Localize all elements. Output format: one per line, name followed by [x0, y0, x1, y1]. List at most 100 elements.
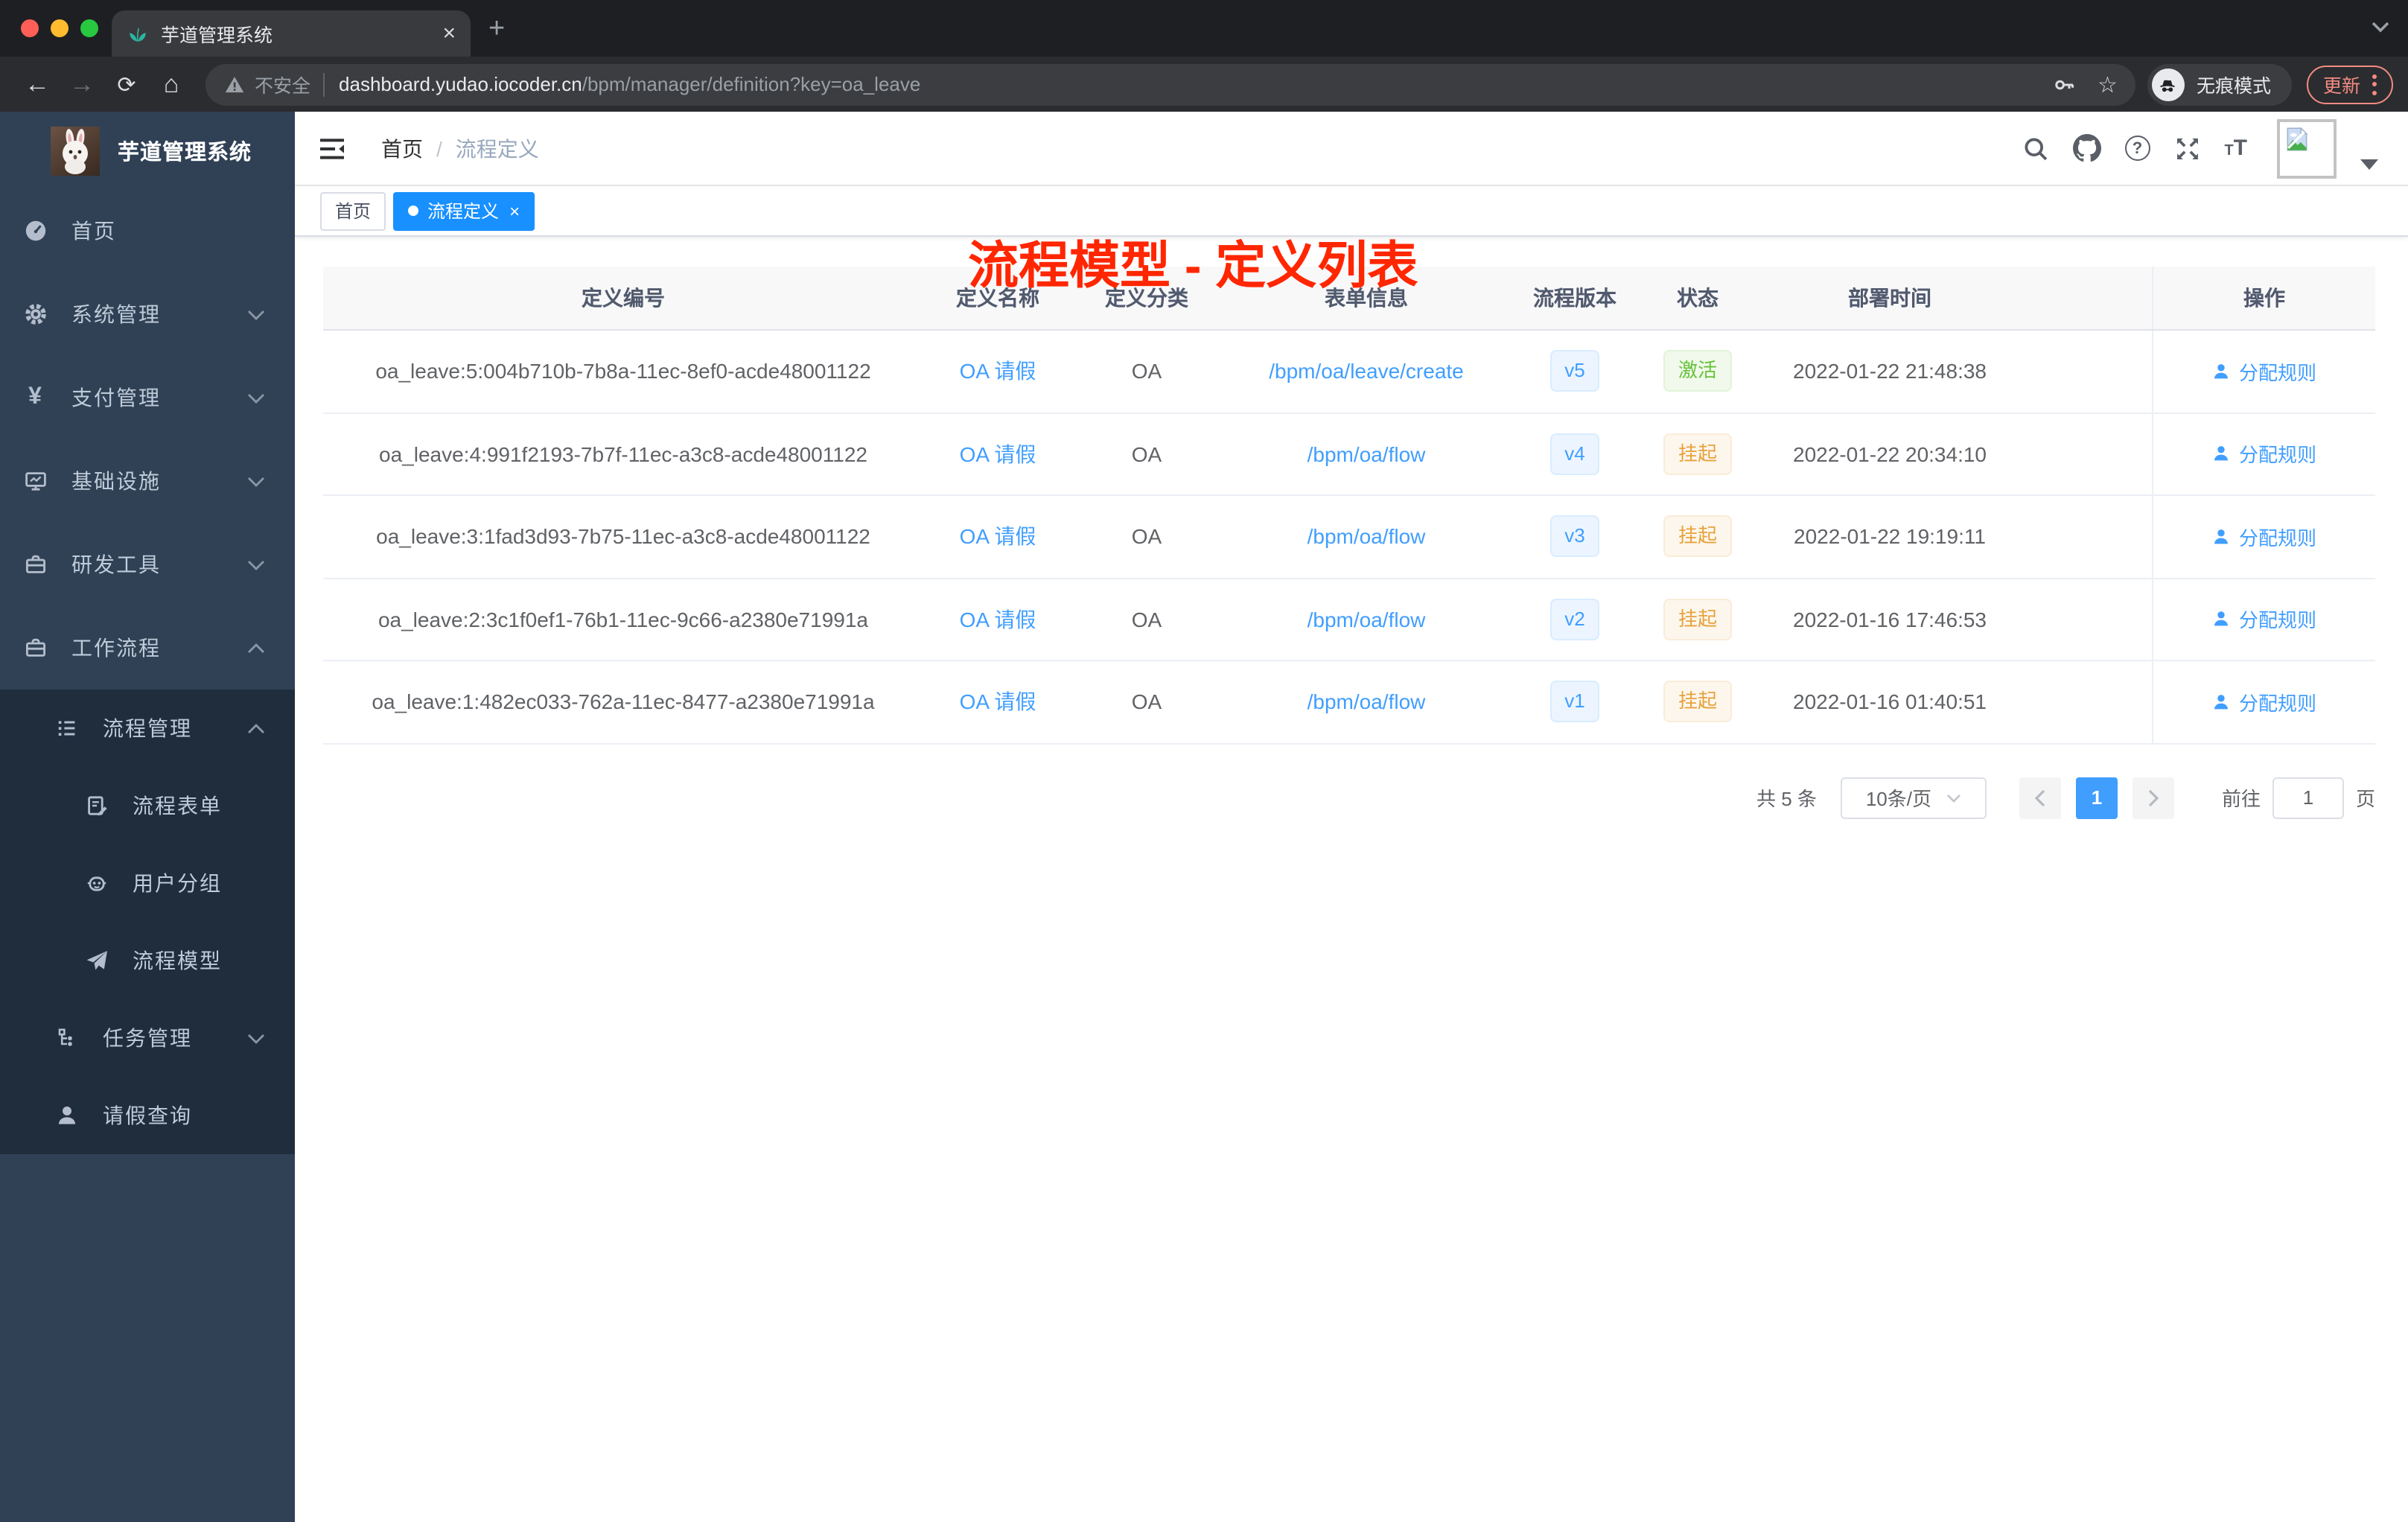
sidebar-item-user-group[interactable]: 用户分组 [0, 844, 295, 922]
assign-rule-button[interactable]: 分配规则 [2212, 523, 2316, 551]
chevron-down-icon [247, 392, 265, 403]
definition-name-link[interactable]: OA 请假 [923, 522, 1072, 552]
chevron-up-icon [247, 723, 265, 733]
breadcrumb-separator: / [436, 136, 442, 160]
github-icon[interactable] [2072, 134, 2101, 162]
tab-search-chevron-icon[interactable] [2371, 21, 2390, 33]
user-icon [2214, 446, 2229, 461]
tag-process-definition[interactable]: 流程定义 × [393, 191, 535, 230]
table-row: oa_leave:1:482ec033-762a-11ec-8477-a2380… [323, 661, 2375, 744]
window-controls[interactable] [21, 19, 98, 37]
tag-close-icon[interactable]: × [509, 202, 520, 220]
chrome-update-button[interactable]: 更新 [2306, 65, 2393, 104]
reload-button[interactable]: ⟳ [104, 71, 149, 98]
sidebar-item-dev-tools[interactable]: 研发工具 [0, 523, 295, 606]
url-host: dashboard.yudao.iocoder.cn [339, 73, 582, 95]
back-button[interactable]: ← [15, 69, 60, 99]
omnibox-divider [322, 72, 325, 96]
browser-menu-kebab-icon[interactable] [2372, 74, 2377, 95]
breadcrumb: 首页 / 流程定义 [381, 133, 539, 163]
sidebar-item-leave-query[interactable]: 请假查询 [0, 1077, 295, 1154]
sidebar-item-system[interactable]: 系统管理 [0, 273, 295, 356]
active-tag-dot [408, 206, 419, 216]
font-size-icon[interactable]: TT [2224, 137, 2247, 159]
security-label[interactable]: 不安全 [255, 70, 310, 98]
form-link[interactable]: /bpm/oa/flow [1221, 442, 1512, 466]
goto-page-input[interactable] [2272, 777, 2344, 818]
tag-label: 首页 [335, 201, 372, 222]
page-number-button[interactable]: 1 [2075, 777, 2118, 818]
breadcrumb-home[interactable]: 首页 [381, 133, 423, 163]
broken-image-icon [2287, 126, 2308, 150]
definition-name-link[interactable]: OA 请假 [923, 687, 1072, 717]
tab-close-icon[interactable]: × [442, 22, 456, 45]
tag-label: 流程定义 [427, 201, 500, 222]
close-window-button[interactable] [21, 19, 39, 37]
sidebar-item-workflow[interactable]: 工作流程 [0, 606, 295, 690]
deploy-time: 2022-01-16 01:40:51 [1793, 690, 1987, 714]
avatar-caret-down-icon[interactable] [2360, 159, 2378, 170]
home-button[interactable]: ⌂ [149, 69, 194, 99]
browser-toolbar: ← → ⟳ ⌂ 不安全 dashboard.yudao.iocoder.cn/b… [0, 57, 2408, 112]
assign-rule-button[interactable]: 分配规则 [2212, 357, 2316, 386]
sidebar-item-infrastructure[interactable]: 基础设施 [0, 439, 295, 523]
paper-plane-icon [85, 949, 109, 972]
assign-rule-button[interactable]: 分配规则 [2212, 605, 2316, 634]
sidebar-collapse-icon[interactable] [319, 136, 345, 160]
sidebar-item-label: 基础设施 [71, 469, 161, 493]
bookmark-star-icon[interactable]: ☆ [2098, 71, 2118, 98]
url-bar[interactable]: 不安全 dashboard.yudao.iocoder.cn/bpm/manag… [206, 63, 2135, 105]
deploy-time: 2022-01-22 21:48:38 [1793, 359, 1987, 383]
sidebar-item-process-model[interactable]: 流程模型 [0, 922, 295, 999]
minimize-window-button[interactable] [51, 19, 69, 37]
definition-name-link[interactable]: OA 请假 [923, 605, 1072, 634]
sidebar-item-payment[interactable]: ¥ 支付管理 [0, 356, 295, 439]
url-path: /bpm/manager/definition?key=oa_leave [582, 73, 921, 95]
dashboard-icon [24, 219, 48, 243]
assign-rule-button[interactable]: 分配规则 [2212, 688, 2316, 716]
definition-name-link[interactable]: OA 请假 [923, 357, 1072, 386]
page-size-select[interactable]: 10条/页 [1840, 777, 1987, 818]
sidebar-item-task-management[interactable]: 任务管理 [0, 999, 295, 1077]
favicon-seedling-icon [130, 28, 146, 42]
sidebar-item-label: 支付管理 [71, 386, 161, 410]
definition-id: oa_leave:4:991f2193-7b7f-11ec-a3c8-acde4… [379, 442, 867, 466]
form-link[interactable]: /bpm/oa/leave/create [1221, 360, 1512, 383]
sidebar-item-label: 系统管理 [71, 302, 161, 326]
status-badge: 激活 [1663, 350, 1732, 392]
definition-id: oa_leave:5:004b710b-7b8a-11ec-8ef0-acde4… [375, 359, 871, 383]
page-unit-label: 页 [2355, 788, 2375, 810]
monitor-icon [24, 469, 48, 493]
form-link[interactable]: /bpm/oa/flow [1221, 690, 1512, 714]
chevron-down-icon [247, 559, 265, 570]
fullscreen-icon[interactable] [2173, 135, 2200, 162]
browser-tabstrip: 芋道管理系统 × + [0, 0, 2408, 57]
user-icon [2214, 694, 2229, 709]
table-row: oa_leave:3:1fad3d93-7b75-11ec-a3c8-acde4… [323, 496, 2375, 579]
help-icon[interactable]: ? [2124, 136, 2150, 161]
next-page-button[interactable] [2132, 777, 2174, 818]
form-link[interactable]: /bpm/oa/flow [1221, 525, 1512, 549]
chevron-down-icon [247, 476, 265, 486]
update-label[interactable]: 更新 [2323, 70, 2360, 98]
deploy-time: 2022-01-22 20:34:10 [1793, 442, 1987, 466]
url-text[interactable]: dashboard.yudao.iocoder.cn/bpm/manager/d… [339, 73, 2036, 95]
zoom-window-button[interactable] [80, 19, 98, 37]
password-key-icon[interactable] [2051, 72, 2077, 96]
forward-button[interactable]: → [60, 69, 104, 99]
prev-page-button[interactable] [2019, 777, 2061, 818]
definition-name-link[interactable]: OA 请假 [923, 439, 1072, 469]
avatar[interactable] [2277, 118, 2337, 178]
form-link[interactable]: /bpm/oa/flow [1221, 608, 1512, 631]
search-icon[interactable] [2022, 135, 2048, 162]
new-tab-button[interactable]: + [488, 13, 505, 46]
sidebar-logo[interactable]: 芋道管理系统 [0, 112, 295, 189]
status-badge: 挂起 [1663, 598, 1732, 640]
incognito-icon [2151, 68, 2185, 101]
sidebar-item-process-form[interactable]: 流程表单 [0, 767, 295, 844]
tag-home[interactable]: 首页 [320, 191, 386, 230]
sidebar-item-process-management[interactable]: 流程管理 [0, 690, 295, 767]
assign-rule-button[interactable]: 分配规则 [2212, 440, 2316, 468]
browser-tab[interactable]: 芋道管理系统 × [112, 10, 471, 57]
sidebar-item-home[interactable]: 首页 [0, 189, 295, 273]
